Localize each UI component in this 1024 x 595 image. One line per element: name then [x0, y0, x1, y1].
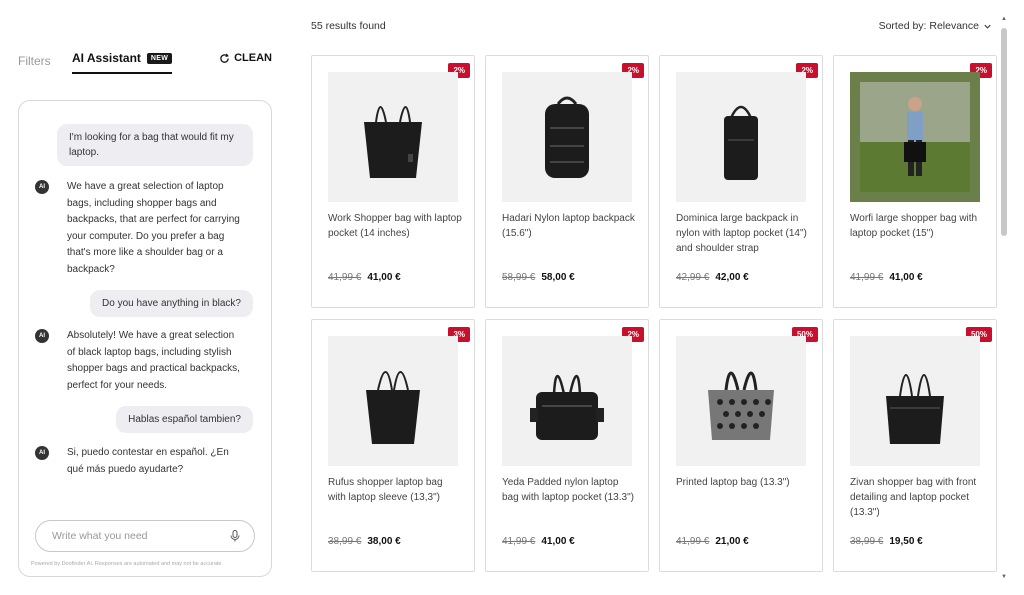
product-title: Worfi large shopper bag with laptop pock… — [850, 213, 978, 239]
product-image — [850, 72, 980, 202]
product-title: Yeda Padded nylon laptop bag with laptop… — [502, 477, 634, 503]
current-price: 19,50 € — [889, 536, 923, 547]
tote-bag-icon — [366, 371, 420, 444]
new-badge: NEW — [146, 52, 173, 64]
ai-avatar-icon: AI — [35, 180, 49, 194]
product-image — [676, 336, 806, 466]
scroll-thumb[interactable] — [1001, 28, 1007, 236]
microphone-icon[interactable] — [228, 529, 242, 543]
results-count: 55 results found — [311, 20, 386, 32]
old-price: 41,99 € — [328, 272, 362, 283]
product-title: Rufus shopper laptop bag with laptop sle… — [328, 477, 443, 503]
old-price: 42,99 € — [676, 272, 710, 283]
product-price: 38,99 € 19,50 € — [850, 536, 923, 547]
tab-ai-label: AI Assistant — [72, 51, 141, 65]
scroll-down-icon[interactable]: ▼ — [1000, 574, 1008, 582]
current-price: 41,00 € — [541, 536, 575, 547]
current-price: 41,00 € — [367, 272, 401, 283]
product-price: 38,99 € 38,00 € — [328, 536, 401, 547]
refresh-icon — [220, 53, 229, 63]
product-price: 58,99 € 58,00 € — [502, 272, 575, 283]
chat-message-text: Absolutely! We have a great selection of… — [67, 330, 240, 391]
product-title: Zivan shopper bag with front detailing a… — [850, 477, 977, 518]
product-title: Dominica large backpack in nylon with la… — [676, 213, 807, 254]
chat-message-ai: AI Absolutely! We have a great selection… — [35, 328, 255, 394]
old-price: 38,99 € — [328, 536, 362, 547]
chat-message-user: Do you have anything in black? — [90, 290, 253, 317]
sidebar-tabs: Filters AI Assistant NEW CLEAN — [18, 51, 272, 74]
product-card[interactable]: 2% Worfi large shopper bag with laptop p… — [833, 55, 997, 308]
tab-filters[interactable]: Filters — [18, 54, 51, 68]
current-price: 38,00 € — [367, 536, 401, 547]
current-price: 58,00 € — [541, 272, 575, 283]
printed-bag-icon — [708, 371, 774, 440]
product-price: 42,99 € 42,00 € — [676, 272, 749, 283]
clean-label: CLEAN — [234, 52, 272, 64]
tall-backpack-icon — [724, 105, 758, 180]
ai-avatar-icon: AI — [35, 446, 49, 460]
sort-dropdown[interactable]: Sorted by: Relevance — [879, 20, 992, 32]
sort-label: Sorted by: Relevance — [878, 20, 979, 32]
chat-message-text: We have a great selection of laptop bags… — [67, 181, 240, 275]
chat-input-box — [35, 520, 255, 552]
scroll-up-icon[interactable]: ▲ — [1000, 16, 1008, 24]
product-price: 41,99 € 41,00 € — [328, 272, 401, 283]
product-card[interactable]: 50% Printed laptop bag (13.3") 41,99 € 2… — [659, 319, 823, 572]
chat-message-user: Hablas español tambien? — [116, 406, 253, 433]
old-price: 38,99 € — [850, 536, 884, 547]
current-price: 41,00 € — [889, 272, 923, 283]
tote-bag-icon — [886, 374, 944, 444]
product-price: 41,99 € 41,00 € — [850, 272, 923, 283]
product-image — [850, 336, 980, 466]
current-price: 42,00 € — [715, 272, 749, 283]
padded-bag-icon — [530, 374, 604, 440]
product-image — [328, 336, 458, 466]
product-title: Hadari Nylon laptop backpack (15.6") — [502, 213, 635, 239]
old-price: 41,99 € — [850, 272, 884, 283]
backpack-icon — [545, 96, 589, 178]
chevron-down-icon — [984, 24, 991, 29]
tab-ai-assistant[interactable]: AI Assistant NEW — [72, 51, 173, 74]
product-price: 41,99 € 21,00 € — [676, 536, 749, 547]
product-image — [676, 72, 806, 202]
product-image — [328, 72, 458, 202]
product-image — [502, 336, 632, 466]
product-title: Work Shopper bag with laptop pocket (14 … — [328, 213, 462, 239]
product-card[interactable]: 3% Rufus shopper laptop bag with laptop … — [311, 319, 475, 572]
clean-button[interactable]: CLEAN — [219, 52, 272, 64]
old-price: 41,99 € — [676, 536, 710, 547]
product-image — [502, 72, 632, 202]
model-photo-icon — [860, 82, 970, 192]
chat-message-user: I'm looking for a bag that would fit my … — [57, 124, 253, 166]
ai-avatar-icon: AI — [35, 329, 49, 343]
old-price: 41,99 € — [502, 536, 536, 547]
current-price: 21,00 € — [715, 536, 749, 547]
powered-by-note: Powered by Doofinder AI. Responses are a… — [31, 561, 224, 567]
old-price: 58,99 € — [502, 272, 536, 283]
chat-panel: I'm looking for a bag that would fit my … — [18, 100, 272, 577]
product-card[interactable]: 2% Dominica large backpack in nylon with… — [659, 55, 823, 308]
chat-input[interactable] — [52, 530, 212, 542]
chat-message-ai: AI Si, puedo contestar en español. ¿En q… — [35, 445, 255, 478]
product-card[interactable]: 2% Yeda Padded nylon laptop bag with lap… — [485, 319, 649, 572]
product-card[interactable]: 50% Zivan shopper bag with front detaili… — [833, 319, 997, 572]
product-title: Printed laptop bag (13.3") — [676, 477, 790, 488]
page-scrollbar[interactable]: ▲ ▼ — [1000, 16, 1008, 582]
product-card[interactable]: 2% Work Shopper bag with laptop pocket (… — [311, 55, 475, 308]
chat-message-ai: AI We have a great selection of laptop b… — [35, 179, 255, 278]
tote-bag-icon — [364, 106, 422, 178]
product-card[interactable]: 2% Hadari Nylon laptop backpack (15.6") … — [485, 55, 649, 308]
product-price: 41,99 € 41,00 € — [502, 536, 575, 547]
chat-message-text: Si, puedo contestar en español. ¿En qué … — [67, 447, 229, 475]
